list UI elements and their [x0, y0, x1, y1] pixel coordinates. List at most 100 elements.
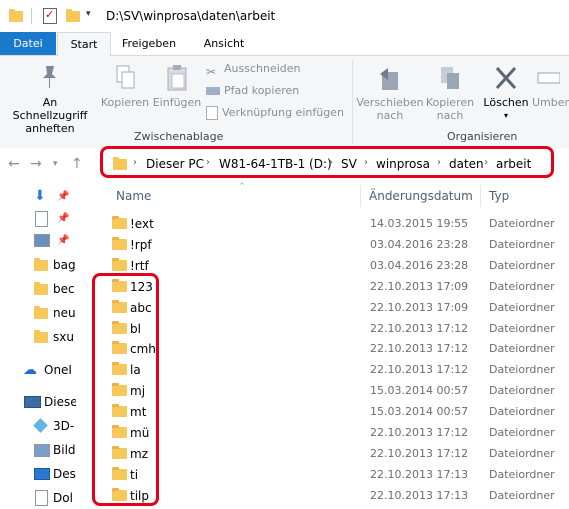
copy-path-button[interactable]: Pfad kopieren: [206, 82, 299, 100]
folder-icon: [34, 306, 48, 319]
up-arrow-icon[interactable]: ↑: [71, 156, 83, 172]
crumb-separator-icon[interactable]: ›: [484, 157, 488, 168]
column-type-header[interactable]: Typ: [489, 189, 509, 203]
address-folder-icon: [113, 157, 127, 170]
crumb-daten[interactable]: daten: [449, 157, 484, 171]
nav-item-documents[interactable]: 📌: [0, 208, 76, 230]
recent-dropdown-icon[interactable]: ▾: [53, 159, 58, 169]
window-title: D:\SV\winprosa\daten\arbeit: [106, 9, 276, 23]
copy-button[interactable]: Kopieren: [100, 64, 150, 109]
file-type: Dateiordner: [489, 322, 555, 335]
nav-item-bec[interactable]: bec: [0, 278, 76, 300]
delete-dropdown-icon[interactable]: ▾: [480, 109, 532, 122]
cube-icon: [33, 418, 48, 433]
move-to-button[interactable]: Verschieben nach: [356, 64, 424, 122]
pin-icon: [43, 66, 56, 88]
pin-label-line2: anheften: [25, 122, 75, 135]
copy-icon: [116, 65, 135, 89]
nav-label: neu: [53, 306, 76, 320]
move-to-label-1: Verschieben: [356, 96, 424, 109]
title-bar: ✓ ▾ D:\SV\winprosa\daten\arbeit: [0, 0, 569, 32]
sort-chevron-icon: ^: [239, 182, 245, 190]
delete-x-icon: [495, 66, 517, 90]
qat-dropdown-icon[interactable]: ▾: [86, 9, 91, 19]
ribbon-tabs: Datei Start Freigeben Ansicht: [0, 32, 569, 57]
nav-item-pictures[interactable]: 📌: [0, 230, 76, 252]
list-item[interactable]: tilp 22.10.2013 17:13 Dateiordner: [96, 485, 566, 506]
crumb-separator-icon[interactable]: ›: [364, 157, 368, 168]
file-date: 03.04.2016 23:28: [370, 259, 469, 272]
file-date: 22.10.2013 17:09: [370, 301, 469, 314]
list-item[interactable]: la 22.10.2013 17:12 Dateiordner: [96, 359, 566, 380]
new-folder-icon[interactable]: [66, 9, 80, 22]
document-icon: [35, 490, 48, 506]
picture-icon: [34, 444, 50, 457]
crumb-separator-icon[interactable]: ›: [206, 157, 210, 168]
crumb-this-pc[interactable]: Dieser PC: [146, 157, 204, 171]
tab-start[interactable]: Start: [57, 32, 111, 57]
list-item[interactable]: !ext 14.03.2015 19:55 Dateiordner: [96, 213, 566, 234]
file-date: 22.10.2013 17:12: [370, 426, 469, 439]
nav-label: Diese: [44, 395, 76, 409]
list-item[interactable]: mz 22.10.2013 17:12 Dateiordner: [96, 443, 566, 464]
document-icon: [35, 211, 48, 227]
nav-item-pictures-pc[interactable]: Bild: [0, 439, 76, 461]
nav-item-onedrive[interactable]: ☁ OneI: [0, 359, 76, 381]
list-item[interactable]: cmh 22.10.2013 17:12 Dateiordner: [96, 338, 566, 359]
paste-shortcut-button[interactable]: Verknüpfung einfügen: [206, 104, 344, 122]
cut-button[interactable]: ✂ Ausschneiden: [206, 60, 301, 79]
copy-to-button[interactable]: Kopieren nach: [424, 64, 476, 122]
list-item[interactable]: mj 15.03.2014 00:57 Dateiordner: [96, 380, 566, 401]
column-date-header[interactable]: Änderungsdatum: [369, 189, 473, 203]
nav-item-this-pc[interactable]: Diese: [0, 391, 76, 413]
pin-icon: 📌: [57, 235, 70, 246]
nav-item-documents-pc[interactable]: Dol: [0, 487, 76, 509]
file-type: Dateiordner: [489, 238, 555, 251]
file-date: 22.10.2013 17:12: [370, 342, 469, 355]
list-item[interactable]: mt 15.03.2014 00:57 Dateiordner: [96, 401, 566, 422]
forward-arrow-icon[interactable]: →: [30, 156, 42, 172]
file-type: Dateiordner: [489, 342, 555, 355]
crumb-drive[interactable]: W81-64-1TB-1 (D:): [219, 157, 332, 171]
rename-button[interactable]: Umben: [532, 64, 569, 109]
column-divider[interactable]: [480, 185, 481, 207]
crumb-separator-icon[interactable]: ›: [133, 157, 137, 168]
tab-file[interactable]: Datei: [0, 32, 56, 55]
nav-item-neu[interactable]: neu: [0, 302, 76, 324]
delete-button[interactable]: Löschen ▾: [480, 64, 532, 122]
address-box[interactable]: › Dieser PC › W81-64-1TB-1 (D:) › SV › w…: [100, 146, 554, 178]
list-item[interactable]: !rtf 03.04.2016 23:28 Dateiordner: [96, 255, 566, 276]
move-to-icon: [380, 68, 398, 90]
back-arrow-icon[interactable]: ←: [8, 156, 20, 172]
paste-button[interactable]: Einfügen: [152, 64, 202, 109]
properties-icon[interactable]: ✓: [43, 8, 57, 24]
list-item[interactable]: !rpf 03.04.2016 23:28 Dateiordner: [96, 234, 566, 255]
tab-view[interactable]: Ansicht: [192, 32, 256, 55]
crumb-separator-icon[interactable]: ›: [329, 157, 333, 168]
file-date: 22.10.2013 17:12: [370, 322, 469, 335]
nav-item-3d-objects[interactable]: 3D-: [0, 415, 76, 437]
crumb-winprosa[interactable]: winprosa: [376, 157, 430, 171]
list-item[interactable]: ti 22.10.2013 17:13 Dateiordner: [96, 464, 566, 485]
pin-quick-access-button[interactable]: An Schnellzugriff anheften: [4, 64, 96, 135]
nav-item-downloads[interactable]: ⬇ 📌: [0, 186, 76, 208]
list-item[interactable]: abc 22.10.2013 17:09 Dateiordner: [96, 297, 566, 318]
column-name-header[interactable]: Name: [116, 189, 151, 203]
column-divider[interactable]: [360, 185, 361, 207]
crumb-arbeit[interactable]: arbeit: [496, 157, 531, 171]
list-item[interactable]: mü 22.10.2013 17:12 Dateiordner: [96, 422, 566, 443]
list-item[interactable]: bl 22.10.2013 17:12 Dateiordner: [96, 318, 566, 339]
crumb-separator-icon[interactable]: ›: [437, 157, 441, 168]
file-type: Dateiordner: [489, 280, 555, 293]
list-item[interactable]: 123 22.10.2013 17:09 Dateiordner: [96, 276, 566, 297]
folder-icon: [34, 258, 48, 271]
navigation-pane: ⬇ 📌 📌 📌 bag bec neu sxu ☁ OneI Diese 3D-…: [0, 182, 76, 509]
nav-item-bag[interactable]: bag: [0, 254, 76, 276]
tab-share[interactable]: Freigeben: [114, 32, 184, 55]
nav-item-sxu[interactable]: sxu: [0, 326, 76, 348]
nav-label: Bild: [53, 443, 76, 457]
nav-label: Des: [53, 467, 76, 481]
crumb-sv[interactable]: SV: [341, 157, 357, 171]
nav-item-desktop[interactable]: Des: [0, 463, 76, 485]
nav-label: OneI: [44, 363, 72, 377]
